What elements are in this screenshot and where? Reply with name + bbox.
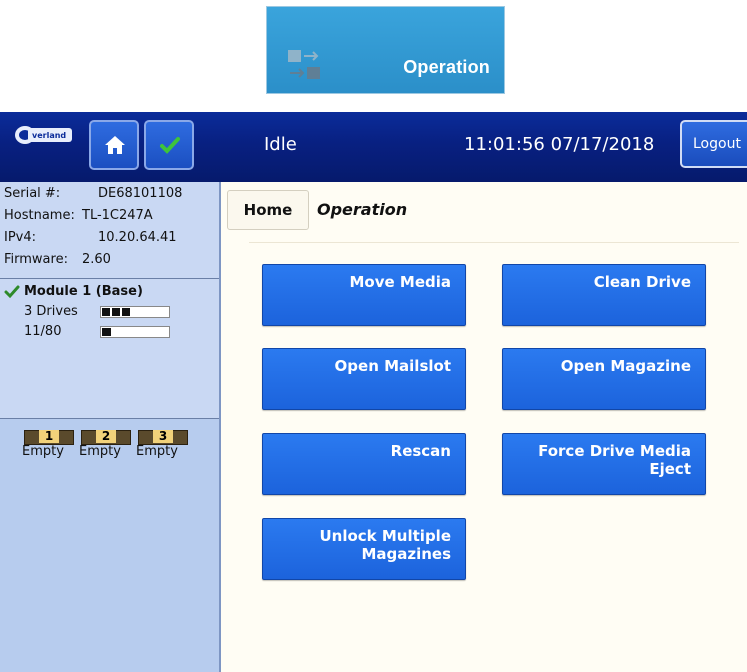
magazine-3-status: Empty xyxy=(136,444,178,459)
svg-text:verland: verland xyxy=(32,131,66,140)
drive-segment xyxy=(112,308,120,316)
slots-usage-label: 11/80 xyxy=(24,324,62,339)
move-media-button[interactable]: Move Media xyxy=(262,264,466,326)
magazine-3-icon: 3 xyxy=(138,430,188,445)
divider xyxy=(249,242,739,243)
serial-label: Serial #: xyxy=(4,186,61,201)
home-button[interactable] xyxy=(89,120,139,170)
library-info: Serial #: DE68101108 Hostname: TL-1C247A… xyxy=(0,182,219,279)
open-mailslot-button[interactable]: Open Mailslot xyxy=(262,348,466,410)
magazine-1-icon: 1 xyxy=(24,430,74,445)
rescan-button[interactable]: Rescan xyxy=(262,433,466,495)
ipv4-label: IPv4: xyxy=(4,230,37,245)
overland-storage-logo: verland xyxy=(15,126,72,144)
magazine-2-icon: 2 xyxy=(81,430,131,445)
firmware-label: Firmware: xyxy=(4,252,68,267)
drive-segment xyxy=(122,308,130,316)
drives-label: 3 Drives xyxy=(24,304,78,319)
header-bar: verland Idle 11:01:56 07/17/2018 Logout xyxy=(0,112,747,182)
touch-screen: verland Idle 11:01:56 07/17/2018 Logout … xyxy=(0,112,747,672)
module-status[interactable]: Module 1 (Base) 3 Drives 11/80 1 Empty 2… xyxy=(0,279,219,459)
checkmark-icon xyxy=(160,137,180,154)
module-title: Module 1 (Base) xyxy=(24,284,143,299)
operation-arrows-icon xyxy=(288,50,320,79)
firmware-value: 2.60 xyxy=(82,252,111,267)
ipv4-value: 10.20.64.41 xyxy=(98,230,177,245)
system-status: Idle xyxy=(264,134,297,155)
serial-value: DE68101108 xyxy=(98,186,183,201)
force-drive-media-eject-button[interactable]: Force Drive Media Eject xyxy=(502,433,706,495)
drives-gauge xyxy=(100,306,170,318)
date-time: 11:01:56 07/17/2018 xyxy=(464,134,655,155)
open-magazine-button[interactable]: Open Magazine xyxy=(502,348,706,410)
operation-tile[interactable]: Operation xyxy=(266,6,505,94)
breadcrumb-home-button[interactable]: Home xyxy=(227,190,309,230)
hostname-value: TL-1C247A xyxy=(82,208,153,223)
magazine-1-status: Empty xyxy=(22,444,64,459)
clean-drive-button[interactable]: Clean Drive xyxy=(502,264,706,326)
magazine-2-status: Empty xyxy=(79,444,121,459)
main-content: Home Operation Move Media Clean Drive Op… xyxy=(221,182,747,672)
logout-button[interactable]: Logout xyxy=(680,120,747,168)
page-title: Operation xyxy=(317,200,408,219)
drive-segment xyxy=(102,308,110,316)
status-check-button[interactable] xyxy=(144,120,194,170)
library-info-panel: Serial #: DE68101108 Hostname: TL-1C247A… xyxy=(0,182,221,672)
slots-usage-gauge xyxy=(100,326,170,338)
hostname-label: Hostname: xyxy=(4,208,75,223)
operation-tile-label: Operation xyxy=(403,57,490,77)
slots-usage-fill xyxy=(102,328,111,336)
home-icon xyxy=(105,136,125,154)
unlock-multiple-magazines-button[interactable]: Unlock Multiple Magazines xyxy=(262,518,466,580)
module-ok-check-icon xyxy=(4,285,20,299)
